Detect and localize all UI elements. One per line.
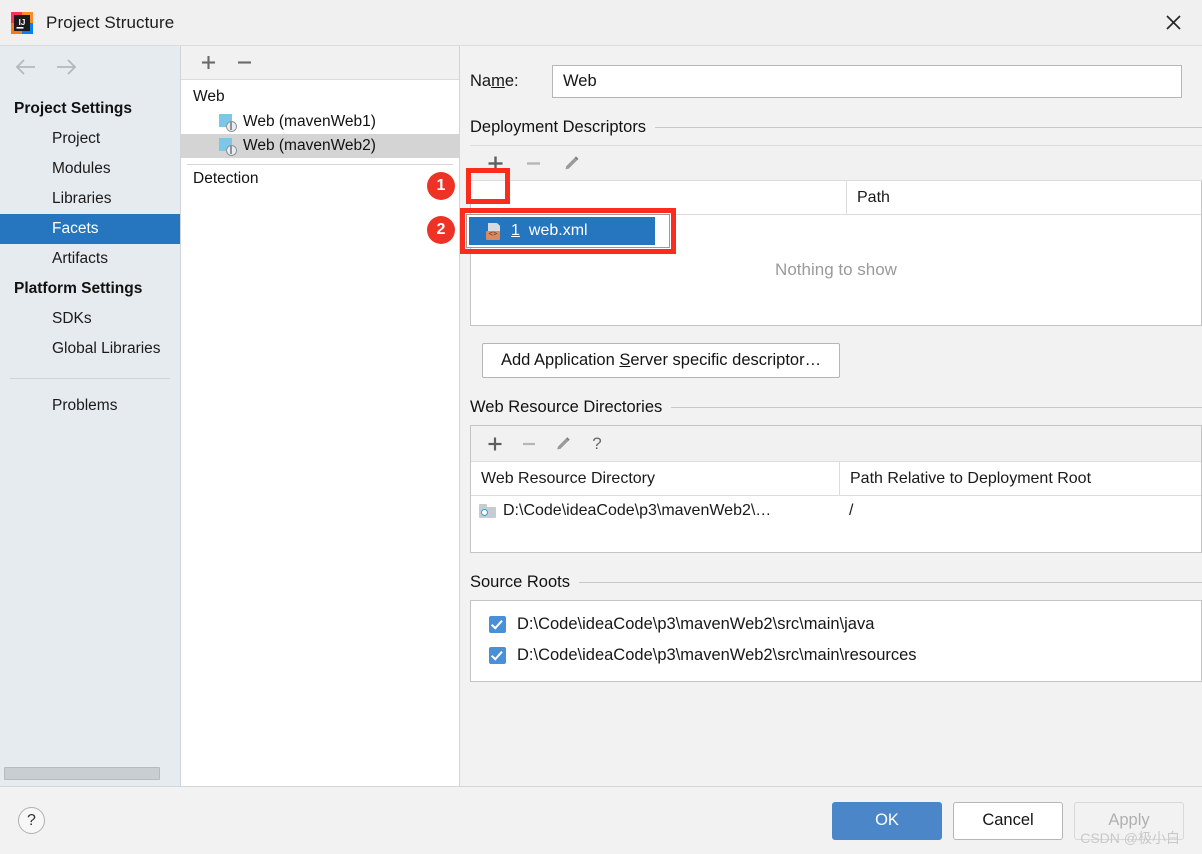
sidebar-item-artifacts[interactable]: Artifacts — [0, 244, 180, 274]
section-rule — [671, 407, 1202, 408]
add-application-server-descriptor-button[interactable]: Add Application Server specific descript… — [482, 343, 841, 378]
window-title: Project Structure — [46, 12, 175, 32]
column-header-web-resource-directory[interactable]: Web Resource Directory — [471, 462, 839, 495]
descriptor-popup-menu: <> 1 web.xml — [466, 214, 670, 248]
sidebar-item-project[interactable]: Project — [0, 124, 180, 154]
list-item[interactable]: D:\Code\ideaCode\p3\mavenWeb2\src\main\j… — [471, 609, 1201, 640]
sidebar-divider — [10, 378, 170, 379]
web-facet-icon — [219, 137, 237, 156]
apply-button[interactable]: Apply — [1074, 801, 1184, 840]
edit-web-resource-icon[interactable] — [552, 433, 574, 455]
source-roots-section: Source Roots D:\Code\ideaCode\p3\mavenWe… — [460, 573, 1202, 682]
facet-detail-panel: Name: Deployment Descriptors — [460, 46, 1202, 786]
cancel-button[interactable]: Cancel — [953, 801, 1063, 840]
section-rule — [578, 582, 1202, 583]
edit-descriptor-icon[interactable] — [560, 152, 582, 174]
facets-tree-list: Web Web (mavenWeb1) Web (mavenWeb2) Dete… — [181, 80, 459, 786]
section-rule — [655, 127, 1202, 128]
column-header-path[interactable]: Path — [847, 181, 1201, 214]
close-icon[interactable] — [1144, 0, 1202, 45]
help-button[interactable]: ? — [18, 807, 45, 834]
section-title: Source Roots — [470, 573, 570, 591]
remove-facet-button[interactable] — [233, 52, 255, 74]
add-descriptor-button[interactable] — [484, 152, 506, 174]
table-header-row: Web Resource Directory Path Relative to … — [471, 462, 1201, 496]
section-title: Deployment Descriptors — [470, 118, 647, 136]
tree-item-label: Web (mavenWeb1) — [243, 113, 376, 130]
arrow-right-icon[interactable] — [54, 58, 78, 76]
dialog-body: Project Settings Project Modules Librari… — [0, 46, 1202, 787]
cell-web-resource-directory: D:\Code\ideaCode\p3\mavenWeb2\… — [471, 502, 839, 520]
source-root-path: D:\Code\ideaCode\p3\mavenWeb2\src\main\j… — [517, 615, 875, 633]
deployment-descriptors-table: Path Nothing to show — [470, 181, 1202, 326]
table-empty-filler — [471, 526, 1201, 552]
menu-item-web-xml[interactable]: <> 1 web.xml — [469, 217, 655, 245]
sidebar-item-facets[interactable]: Facets — [0, 214, 180, 244]
web-resource-directory-value: D:\Code\ideaCode\p3\mavenWeb2\… — [503, 502, 772, 519]
menu-item-mnemonic: 1 — [511, 222, 520, 239]
facets-tree-panel: Web Web (mavenWeb1) Web (mavenWeb2) Dete… — [181, 46, 460, 786]
table-row[interactable]: D:\Code\ideaCode\p3\mavenWeb2\… / — [471, 496, 1201, 526]
sidebar-nav-arrows — [0, 46, 180, 87]
source-roots-header: Source Roots — [470, 573, 1202, 592]
sidebar-item-libraries[interactable]: Libraries — [0, 184, 180, 214]
deployment-descriptors-header: Deployment Descriptors — [470, 118, 1202, 137]
tree-item-web-mavenweb2[interactable]: Web (mavenWeb2) — [181, 134, 459, 158]
tree-item-web-mavenweb1[interactable]: Web (mavenWeb1) — [181, 110, 459, 134]
facets-tree-toolbar — [181, 46, 459, 80]
step-badge-1: 1 — [427, 172, 455, 200]
help-web-resource-icon[interactable]: ? — [586, 433, 608, 455]
sidebar-nav-list: Project Settings Project Modules Librari… — [0, 87, 180, 786]
source-roots-list: D:\Code\ideaCode\p3\mavenWeb2\src\main\j… — [470, 600, 1202, 682]
sidebar-group-platform-settings: Platform Settings — [14, 280, 143, 297]
sidebar-horizontal-scrollbar[interactable] — [4, 767, 160, 780]
web-resource-directories-section: Web Resource Directories ? Web Resource … — [460, 398, 1202, 553]
sidebar-item-modules[interactable]: Modules — [0, 154, 180, 184]
sidebar-item-global-libraries[interactable]: Global Libraries — [0, 334, 180, 364]
source-root-path: D:\Code\ideaCode\p3\mavenWeb2\src\main\r… — [517, 646, 917, 664]
source-root-checkbox[interactable] — [489, 647, 506, 664]
folder-icon — [479, 504, 496, 518]
title-bar: IJ Project Structure — [0, 0, 1202, 46]
source-root-checkbox[interactable] — [489, 616, 506, 633]
tree-section-detection[interactable]: Detection — [181, 165, 459, 192]
deployment-descriptors-section: Deployment Descriptors Path Nothing to s… — [460, 118, 1202, 378]
ok-button[interactable]: OK — [832, 801, 942, 840]
column-header-path-relative[interactable]: Path Relative to Deployment Root — [840, 462, 1201, 495]
name-label: Name: — [470, 72, 519, 90]
name-row: Name: — [460, 46, 1202, 98]
svg-text:IJ: IJ — [19, 18, 26, 27]
list-item[interactable]: D:\Code\ideaCode\p3\mavenWeb2\src\main\r… — [471, 640, 1201, 671]
name-input[interactable] — [552, 65, 1182, 98]
remove-web-resource-button[interactable] — [518, 433, 540, 455]
help-glyph: ? — [592, 434, 602, 453]
section-title: Web Resource Directories — [470, 398, 663, 416]
add-facet-button[interactable] — [197, 52, 219, 74]
project-structure-dialog: IJ Project Structure Project Settings Pr… — [0, 0, 1202, 854]
xml-file-icon: <> — [486, 222, 502, 240]
footer-buttons: OK Cancel Apply — [832, 801, 1184, 840]
settings-sidebar: Project Settings Project Modules Librari… — [0, 46, 181, 786]
step-badge-2: 2 — [427, 216, 455, 244]
cell-path-relative: / — [849, 502, 854, 519]
tree-root-web[interactable]: Web — [181, 84, 459, 110]
web-resource-directories-header: Web Resource Directories — [470, 398, 1202, 417]
sidebar-group-project-settings: Project Settings — [14, 100, 132, 117]
arrow-left-icon[interactable] — [14, 58, 38, 76]
menu-item-label: web.xml — [528, 222, 588, 239]
column-header-descriptor[interactable] — [471, 181, 846, 214]
web-resource-directories-pane: ? Web Resource Directory Path Relative t… — [470, 425, 1202, 553]
web-resource-directories-toolbar: ? — [471, 426, 1201, 462]
intellij-idea-logo-icon: IJ — [11, 11, 33, 34]
dialog-footer: ? OK Cancel Apply — [0, 787, 1202, 854]
deployment-descriptors-toolbar — [470, 145, 1202, 181]
tree-item-label: Web (mavenWeb2) — [243, 137, 376, 154]
sidebar-item-sdks[interactable]: SDKs — [0, 304, 180, 334]
web-facet-icon — [219, 113, 237, 132]
remove-descriptor-button[interactable] — [522, 152, 544, 174]
add-web-resource-button[interactable] — [484, 433, 506, 455]
table-header-row: Path — [471, 181, 1201, 215]
sidebar-item-problems[interactable]: Problems — [0, 391, 180, 421]
